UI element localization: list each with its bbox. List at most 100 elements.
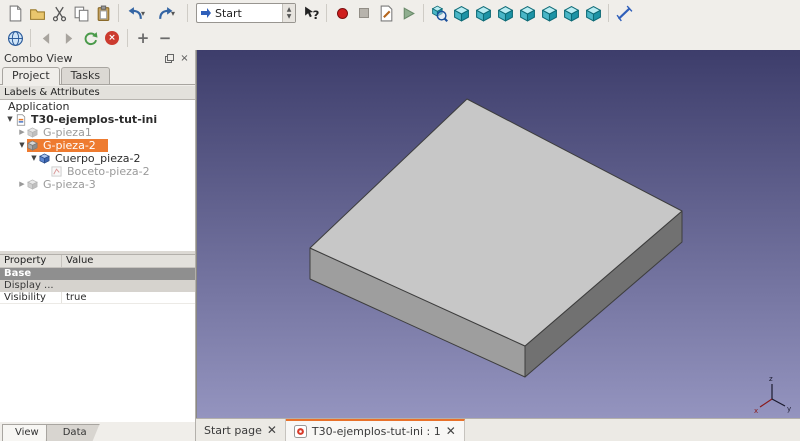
cut-button[interactable] <box>48 2 70 24</box>
zoom-in-button[interactable]: + <box>132 27 154 49</box>
measure-distance-icon <box>616 5 633 22</box>
document-icon <box>15 114 28 126</box>
workbench-selector[interactable]: Start ▲▼ <box>196 3 296 23</box>
tab-project[interactable]: Project <box>2 67 60 85</box>
view-left-icon <box>585 5 602 22</box>
undock-panel-icon[interactable] <box>163 52 176 65</box>
view-rear-icon <box>541 5 558 22</box>
macro-edit-button[interactable] <box>375 2 397 24</box>
expander-down-icon[interactable]: ▼ <box>29 152 39 165</box>
doc-tab-t30-document[interactable]: T30-ejemplos-tut-ini : 1 ✕ <box>286 419 465 441</box>
tree-item-boceto-pieza-2[interactable]: Boceto-pieza-2 <box>0 165 195 178</box>
property-column-header[interactable]: Property <box>0 255 62 267</box>
tree-item-g-pieza-3[interactable]: ▶ G-pieza-3 <box>0 178 195 191</box>
expander-right-icon[interactable]: ▶ <box>17 178 27 191</box>
toolbar-separator <box>30 29 31 47</box>
view-top-button[interactable] <box>494 2 516 24</box>
redo-button[interactable]: ▾ <box>153 2 183 24</box>
web-home-button[interactable] <box>4 27 26 49</box>
doc-tab-start-page[interactable]: Start page ✕ <box>196 419 286 441</box>
body-icon <box>39 153 52 165</box>
macro-stop-button[interactable] <box>353 2 375 24</box>
tree-item-cuerpo-pieza-2[interactable]: ▼ Cuerpo_pieza-2 <box>0 152 195 165</box>
view-front-button[interactable] <box>472 2 494 24</box>
svg-text:z: z <box>769 375 773 383</box>
nav-back-button[interactable] <box>35 27 57 49</box>
back-arrow-icon <box>38 30 55 47</box>
close-tab-icon[interactable]: ✕ <box>267 424 277 436</box>
tree-item-g-pieza-2[interactable]: ▼ G-pieza-2 <box>0 139 195 152</box>
view-left-button[interactable] <box>582 2 604 24</box>
property-editor: Property Value Base Display ... Visibili… <box>0 254 195 422</box>
close-panel-icon[interactable]: × <box>178 52 191 65</box>
redo-dropdown-icon[interactable]: ▾ <box>171 9 179 18</box>
tab-view[interactable]: View <box>2 424 52 441</box>
property-value[interactable]: true <box>62 292 195 303</box>
globe-icon <box>7 30 24 47</box>
3d-scene: z x y <box>197 50 800 418</box>
toolbar-separator <box>187 4 188 22</box>
sketch-icon <box>51 166 64 178</box>
combo-view-titlebar: Combo View × <box>0 50 195 66</box>
toolbar-separator <box>127 29 128 47</box>
view-bottom-button[interactable] <box>560 2 582 24</box>
nav-forward-button[interactable] <box>57 27 79 49</box>
macro-edit-icon <box>378 5 395 22</box>
stop-x-icon: × <box>105 31 119 45</box>
macro-play-button[interactable] <box>397 2 419 24</box>
combo-view-title: Combo View <box>4 52 161 65</box>
measure-distance-button[interactable] <box>613 2 635 24</box>
selected-tree-item[interactable]: G-pieza-2 <box>27 139 108 152</box>
combo-view-tabs: Project Tasks <box>0 67 195 85</box>
axis-cross-icon: z x y <box>754 375 791 415</box>
toolbar-separator <box>423 4 424 22</box>
nav-stop-button[interactable]: × <box>101 27 123 49</box>
part-icon <box>27 127 40 139</box>
zoom-out-button[interactable]: − <box>154 27 176 49</box>
view-bottom-icon <box>563 5 580 22</box>
3d-viewport[interactable]: z x y <box>196 50 800 418</box>
nav-refresh-button[interactable] <box>79 27 101 49</box>
copy-button[interactable] <box>70 2 92 24</box>
expander-right-icon[interactable]: ▶ <box>17 126 27 139</box>
expander-down-icon[interactable]: ▼ <box>5 113 15 126</box>
property-row-display[interactable]: Display ... <box>0 280 195 292</box>
close-tab-icon[interactable]: ✕ <box>446 425 456 437</box>
undo-dropdown-icon[interactable]: ▾ <box>141 9 149 18</box>
view-rear-button[interactable] <box>538 2 560 24</box>
view-axonometric-button[interactable] <box>450 2 472 24</box>
workbench-selector-spin[interactable]: ▲▼ <box>282 4 295 22</box>
undo-button[interactable]: ▾ <box>123 2 153 24</box>
view-top-icon <box>497 5 514 22</box>
new-document-button[interactable] <box>4 2 26 24</box>
tab-tasks[interactable]: Tasks <box>61 67 110 84</box>
value-column-header[interactable]: Value <box>62 255 195 267</box>
macro-record-icon <box>337 8 348 19</box>
copy-icon <box>73 5 90 22</box>
plate-solid[interactable] <box>310 99 682 377</box>
property-name: Visibility <box>0 292 62 303</box>
view-right-button[interactable] <box>516 2 538 24</box>
workbench-start-icon <box>200 7 212 19</box>
tree-item-document[interactable]: ▼ T30-ejemplos-tut-ini <box>0 113 195 126</box>
scissors-icon <box>51 5 68 22</box>
tree-item-g-pieza1[interactable]: ▶ G-pieza1 <box>0 126 195 139</box>
property-row-visibility[interactable]: Visibility true <box>0 292 195 304</box>
paste-button[interactable] <box>92 2 114 24</box>
view-fit-all-button[interactable] <box>428 2 450 24</box>
plus-icon: + <box>137 31 150 46</box>
part-icon <box>27 140 40 152</box>
svg-text:y: y <box>787 405 791 413</box>
svg-text:x: x <box>754 407 758 415</box>
forward-arrow-icon <box>60 30 77 47</box>
macro-play-icon <box>400 5 417 22</box>
view-fit-all-icon <box>431 5 448 22</box>
tab-data[interactable]: Data <box>46 424 100 441</box>
open-document-button[interactable] <box>26 2 48 24</box>
macro-record-button[interactable] <box>331 2 353 24</box>
tree-root-application[interactable]: Application <box>0 100 195 113</box>
paste-icon <box>95 5 112 22</box>
whats-this-button[interactable]: ? <box>300 2 322 24</box>
property-group-base[interactable]: Base <box>0 268 195 280</box>
expander-down-icon[interactable]: ▼ <box>17 139 27 152</box>
